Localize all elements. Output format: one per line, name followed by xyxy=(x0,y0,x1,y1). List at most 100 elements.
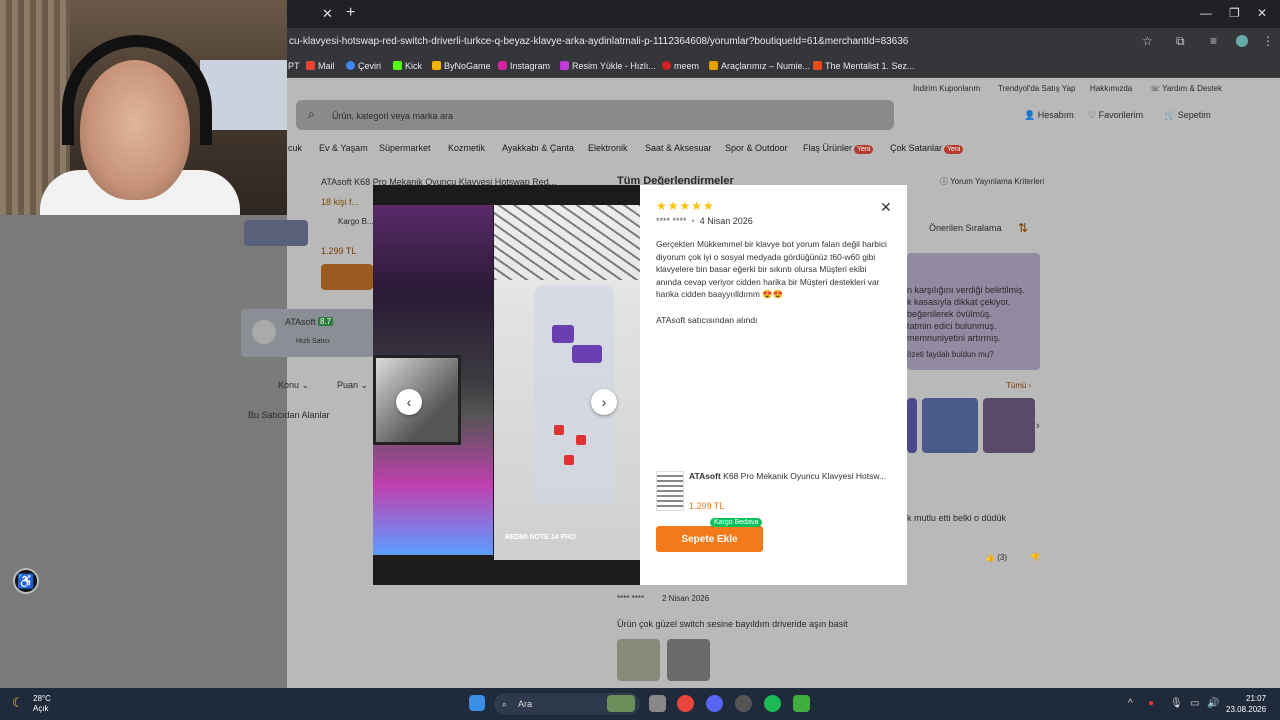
page-left-backdrop xyxy=(0,215,287,688)
maximize-icon[interactable]: ❐ xyxy=(1229,6,1240,20)
bookmark-star-icon[interactable]: ☆ xyxy=(1142,34,1153,48)
nav-category[interactable]: Elektronik xyxy=(588,143,628,153)
summary-line: tatmin edici bulunmuş. xyxy=(907,321,997,331)
network-icon[interactable]: ▭ xyxy=(1190,698,1199,709)
seller-name[interactable]: ATAsoft xyxy=(285,317,316,327)
cart-button[interactable]: 🛒 Sepetim xyxy=(1164,110,1211,121)
seller-badge: Hızlı Satıcı xyxy=(296,338,330,345)
nav-category[interactable]: Çok Satanlar Yeni xyxy=(890,143,964,154)
review-user: **** **** xyxy=(656,216,687,226)
new-badge: Yeni xyxy=(944,145,964,154)
new-tab-icon[interactable]: + xyxy=(346,4,355,22)
next-review-date: 2 Nisan 2026 xyxy=(662,594,710,603)
tab-close-icon[interactable]: ✕ xyxy=(322,6,333,22)
bookmark-item[interactable]: Resim Yükle - Hızlı... xyxy=(560,61,656,71)
bookmark-item[interactable]: Çeviri xyxy=(346,61,381,71)
favorites-button[interactable]: ♡ Favorilerim xyxy=(1088,110,1143,121)
minecraft-icon[interactable] xyxy=(793,695,810,712)
microphone-icon[interactable]: 🎙 xyxy=(1170,698,1183,709)
user-icon: 👤 xyxy=(1024,110,1036,120)
sort-select[interactable]: Önerilen Sıralama xyxy=(929,223,1002,233)
top-link[interactable]: İndirim Kuponlarım xyxy=(913,84,980,93)
chevron-down-icon: ⌄ xyxy=(360,380,369,390)
all-photos-link[interactable]: Tümü › xyxy=(1006,381,1031,390)
gallery-prev-button[interactable]: ‹ xyxy=(396,389,422,415)
obs-icon[interactable] xyxy=(735,695,752,712)
seller-rating: 8.7 xyxy=(318,317,334,326)
review-photo-thumb[interactable] xyxy=(983,398,1035,453)
modal-product-name[interactable]: ATAsoft K68 Pro Mekanik Oyuncu Klavyesi … xyxy=(689,471,889,481)
product-thumbnail[interactable] xyxy=(244,220,308,246)
nav-category[interactable]: Ayakkabı & Çanta xyxy=(502,143,574,153)
profile-avatar[interactable] xyxy=(1236,35,1248,47)
review-photo-keycaps[interactable] xyxy=(494,205,640,560)
taskbar-search-label: Ara xyxy=(518,699,533,709)
bookmark-item[interactable]: Araçlarımız – Numie... xyxy=(709,61,810,71)
review-photo-keyboard-setup[interactable] xyxy=(373,205,493,555)
shipping-note: Kargo B... xyxy=(338,217,374,226)
url-text[interactable]: cu-klavyesi-hotswap-red-switch-driverli-… xyxy=(289,36,909,47)
review-photo-thumb[interactable] xyxy=(907,398,917,453)
minimize-icon[interactable]: — xyxy=(1200,6,1212,20)
chevron-down-icon: ⌄ xyxy=(301,380,310,390)
filter-from-seller[interactable]: Bu Satıcıdan Alanlar xyxy=(248,410,330,420)
volume-icon[interactable]: 🔊 xyxy=(1207,698,1219,709)
account-button[interactable]: 👤 Hesabım xyxy=(1024,110,1074,121)
task-view-icon[interactable] xyxy=(649,695,666,712)
likes-count: 18 kişi f... xyxy=(321,197,360,207)
discord-icon[interactable] xyxy=(706,695,723,712)
review-photo-thumb[interactable] xyxy=(617,639,660,681)
add-to-cart-side-button[interactable] xyxy=(321,264,373,290)
thumbs-down-icon[interactable]: 👎 xyxy=(1030,553,1040,562)
sort-order-icon[interactable]: ⇅ xyxy=(1018,221,1028,235)
filter-konu[interactable]: Konu ⌄ xyxy=(278,380,309,391)
weather-moon-icon[interactable]: ☾ xyxy=(12,695,24,711)
bookmark-item[interactable]: Instagram xyxy=(498,61,550,71)
nav-category[interactable]: Ev & Yaşam xyxy=(319,143,368,153)
filter-puan[interactable]: Puan ⌄ xyxy=(337,380,368,391)
browser-tab-bar xyxy=(287,0,1280,28)
nav-category[interactable]: Kozmetik xyxy=(448,143,485,153)
start-icon[interactable] xyxy=(469,695,485,711)
media-icon[interactable]: ≡ xyxy=(1210,34,1217,48)
bookmark-item[interactable]: The Mentalist 1. Sez... xyxy=(813,61,915,71)
search-icon: ⌕ xyxy=(308,107,315,121)
bookmark-item[interactable]: ByNoGame xyxy=(432,61,491,71)
nav-category[interactable]: Flaş Ürünler Yeni xyxy=(803,143,874,154)
nav-category[interactable]: cuk xyxy=(288,143,302,153)
photo-caption: REDMI NOTE 14 PRO @duvarlarmcex xyxy=(505,534,576,551)
top-link[interactable]: Trendyol'da Satış Yap xyxy=(998,84,1075,93)
like-button[interactable]: 👍 (3) xyxy=(985,553,1007,562)
chrome-icon[interactable] xyxy=(677,695,694,712)
review-photo-thumb[interactable] xyxy=(922,398,978,453)
seller-avatar xyxy=(252,320,276,344)
modal-product-thumbnail[interactable] xyxy=(656,471,684,511)
bg-review-snippet: k mutlu etti belki o düdük xyxy=(907,513,1007,523)
nav-category[interactable]: Süpermarket xyxy=(379,143,431,153)
accessibility-icon[interactable]: ♿ xyxy=(13,568,39,594)
review-photo-thumb[interactable] xyxy=(667,639,710,681)
bookmark-item[interactable]: Kick xyxy=(393,61,422,71)
window-close-icon[interactable]: ✕ xyxy=(1257,6,1267,20)
tray-app-icon[interactable]: ● xyxy=(1148,698,1154,709)
extensions-icon[interactable]: ⧉ xyxy=(1176,34,1185,49)
review-criteria-link[interactable]: ⓘ Yorum Yayınlama Kriterleri xyxy=(940,176,1044,187)
add-to-cart-button[interactable]: Sepete Ekle xyxy=(656,526,763,552)
browser-menu-icon[interactable]: ⋮ xyxy=(1262,34,1274,48)
top-link[interactable]: ☏ Yardım & Destek xyxy=(1150,84,1222,93)
weather-widget[interactable]: 28°C Açık xyxy=(33,694,51,714)
spotify-icon[interactable] xyxy=(764,695,781,712)
new-badge: Yeni xyxy=(854,145,874,154)
carousel-next-icon[interactable]: › xyxy=(1036,420,1040,432)
bookmark-item[interactable]: meem xyxy=(662,61,699,71)
tray-expand-icon[interactable]: ^ xyxy=(1128,698,1133,709)
review-modal: REDMI NOTE 14 PRO @duvarlarmcex ‹ › ✕ ★★… xyxy=(373,185,907,585)
search-highlight-icon[interactable] xyxy=(607,695,635,712)
bookmark-item[interactable]: PT xyxy=(288,61,300,71)
top-link[interactable]: Hakkımızda xyxy=(1090,84,1132,93)
taskbar-clock[interactable]: 21:07 23.08.2026 xyxy=(1226,693,1266,715)
nav-category[interactable]: Spor & Outdoor xyxy=(725,143,788,153)
nav-category[interactable]: Saat & Aksesuar xyxy=(645,143,712,153)
next-review-text: Ürün çok güzel switch sesine bayıldım dr… xyxy=(617,619,848,629)
bookmark-item[interactable]: Mail xyxy=(306,61,335,71)
